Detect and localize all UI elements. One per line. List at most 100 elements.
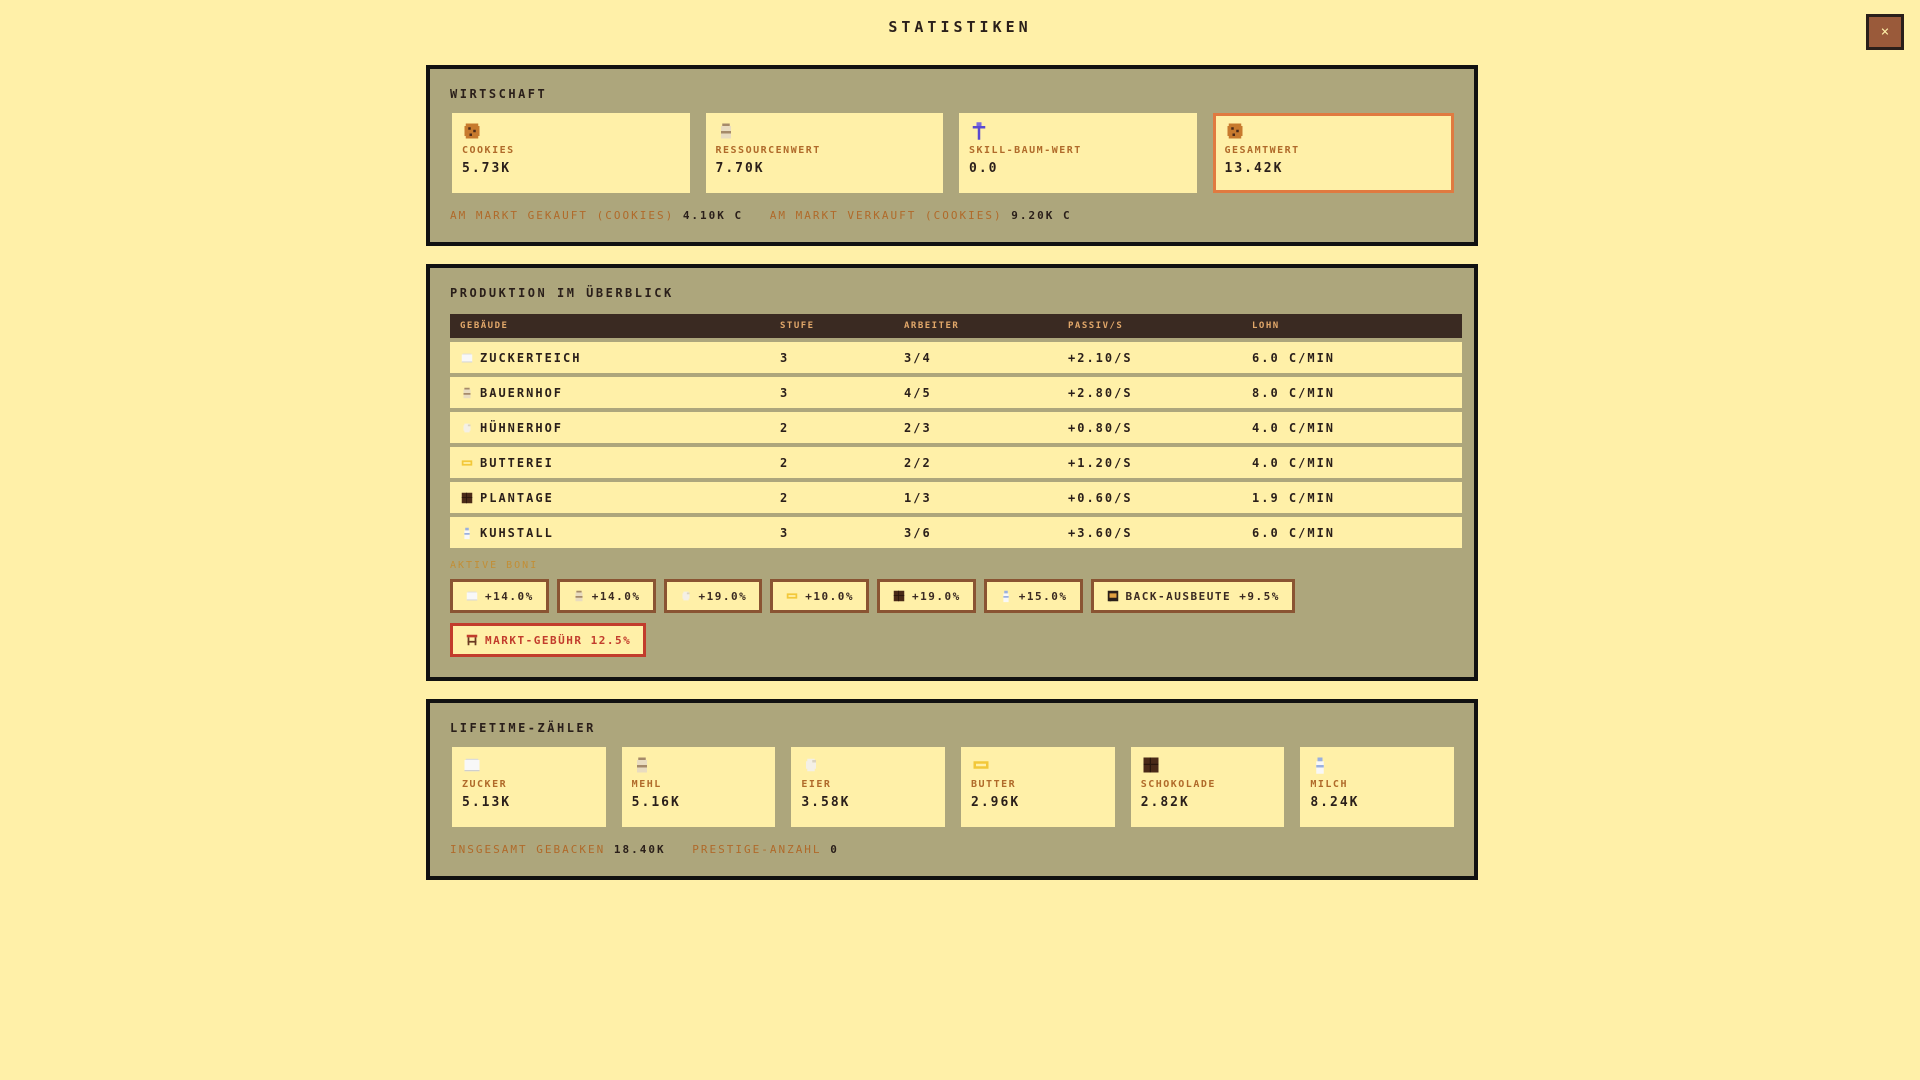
card-label: RESSOURCENWERT bbox=[715, 145, 821, 156]
building-workers: 1/3 bbox=[894, 482, 1058, 513]
building-wage: 4.0 C/MIN bbox=[1242, 412, 1462, 443]
close-button[interactable]: × bbox=[1866, 14, 1904, 50]
egg-icon bbox=[460, 421, 474, 435]
building-name: PLANTAGE bbox=[480, 490, 554, 505]
bonus-text: +14.0% bbox=[591, 589, 641, 603]
production-table: GEBÄUDE STUFE ARBEITER PASSIV/S LOHN ZUC… bbox=[450, 310, 1462, 552]
market-stall-icon bbox=[465, 633, 479, 647]
table-row: PLANTAGE 2 1/3 +0.60/S 1.9 C/MIN bbox=[450, 482, 1462, 513]
card-label: GESAMTWERT bbox=[1224, 145, 1300, 156]
egg-icon bbox=[801, 755, 821, 775]
building-wage: 6.0 C/MIN bbox=[1242, 342, 1462, 373]
building-level: 3 bbox=[770, 342, 894, 373]
economy-cards: COOKIES 5.73K RESSOURCENWERT 7.70K SKILL… bbox=[450, 113, 1454, 193]
cookie-icon bbox=[1225, 121, 1245, 141]
butter-icon bbox=[460, 456, 474, 470]
bonus-text: +19.0% bbox=[698, 589, 748, 603]
building-level: 3 bbox=[770, 517, 894, 548]
col-header-level: STUFE bbox=[770, 314, 894, 338]
sold-value: 9.20K C bbox=[1011, 209, 1072, 222]
building-name: HÜHNERHOF bbox=[480, 420, 564, 435]
building-workers: 2/2 bbox=[894, 447, 1058, 478]
bonus-chip: +14.0% bbox=[556, 579, 656, 613]
economy-card-resources: RESSOURCENWERT 7.70K bbox=[705, 113, 943, 193]
table-row: KUHSTALL 3 3/6 +3.60/S 6.0 C/MIN bbox=[450, 517, 1462, 548]
building-workers: 2/3 bbox=[894, 412, 1058, 443]
flour-sack-icon bbox=[716, 121, 736, 141]
building-wage: 6.0 C/MIN bbox=[1242, 517, 1462, 548]
chocolate-icon bbox=[1141, 755, 1161, 775]
sugar-icon bbox=[465, 589, 479, 603]
chocolate-icon bbox=[892, 589, 906, 603]
card-value: 3.58K bbox=[801, 795, 851, 810]
card-value: 5.13K bbox=[462, 795, 512, 810]
card-label: SCHOKOLADE bbox=[1140, 779, 1216, 790]
bonus-chip: +19.0% bbox=[877, 579, 976, 613]
milk-icon bbox=[999, 589, 1013, 603]
card-label: SKILL-BAUM-WERT bbox=[969, 145, 1082, 156]
card-label: ZUCKER bbox=[462, 779, 508, 790]
bonus-chip: BACK-AUSBEUTE +9.5% bbox=[1090, 579, 1295, 613]
card-value: 2.82K bbox=[1140, 795, 1190, 810]
building-level: 2 bbox=[770, 412, 894, 443]
cookie-icon bbox=[462, 121, 482, 141]
skill-tree-icon bbox=[969, 121, 989, 141]
lifetime-card-sugar: ZUCKER 5.13K bbox=[452, 747, 606, 827]
card-label: MEHL bbox=[631, 779, 662, 790]
col-header-wage: LOHN bbox=[1242, 314, 1462, 338]
card-value: 8.24K bbox=[1310, 795, 1360, 810]
bonus-text: +15.0% bbox=[1018, 589, 1068, 603]
lifetime-card-butter: BUTTER 2.96K bbox=[961, 747, 1115, 827]
building-level: 2 bbox=[770, 482, 894, 513]
bonus-text: +19.0% bbox=[912, 589, 961, 603]
economy-card-skilltree: SKILL-BAUM-WERT 0.0 bbox=[959, 113, 1197, 193]
economy-title: WIRTSCHAFT bbox=[450, 87, 548, 101]
bonus-chip: +15.0% bbox=[983, 579, 1083, 613]
building-workers: 4/5 bbox=[894, 377, 1058, 408]
production-title: PRODUKTION IM ÜBERBLICK bbox=[450, 286, 674, 300]
economy-panel: WIRTSCHAFT COOKIES 5.73K RESSOURCENWERT … bbox=[426, 65, 1478, 246]
market-summary: AM MARKT GEKAUFT (COOKIES) 4.10K C AM MA… bbox=[450, 209, 1454, 222]
building-level: 3 bbox=[770, 377, 894, 408]
lifetime-card-eggs: EIER 3.58K bbox=[791, 747, 946, 827]
lifetime-card-chocolate: SCHOKOLADE 2.82K bbox=[1130, 747, 1285, 827]
card-value: 0.0 bbox=[969, 161, 999, 176]
oven-icon bbox=[1106, 589, 1120, 603]
card-label: MILCH bbox=[1310, 779, 1348, 790]
col-header-workers: ARBEITER bbox=[894, 314, 1058, 338]
milk-icon bbox=[460, 526, 474, 540]
table-row: BAUERNHOF 3 4/5 +2.80/S 8.0 C/MIN bbox=[450, 377, 1462, 408]
bonus-chip: +10.0% bbox=[770, 579, 869, 613]
page-title: STATISTIKEN bbox=[888, 18, 1032, 36]
bonus-text: +10.0% bbox=[805, 589, 854, 603]
card-label: BUTTER bbox=[971, 779, 1017, 790]
table-header-row: GEBÄUDE STUFE ARBEITER PASSIV/S LOHN bbox=[450, 314, 1462, 338]
building-passive: +3.60/S bbox=[1058, 517, 1242, 548]
lifetime-card-flour: MEHL 5.16K bbox=[621, 747, 776, 827]
butter-icon bbox=[971, 755, 991, 775]
lifetime-title: LIFETIME-ZÄHLER bbox=[450, 721, 596, 735]
building-workers: 3/6 bbox=[894, 517, 1058, 548]
building-workers: 3/4 bbox=[894, 342, 1058, 373]
boni-list: +14.0% +14.0% +19.0% +10.0% +19.0% +15.0… bbox=[450, 579, 1462, 657]
bonus-text: BACK-AUSBEUTE +9.5% bbox=[1125, 589, 1280, 603]
flour-sack-icon bbox=[572, 589, 586, 603]
building-passive: +0.60/S bbox=[1058, 482, 1242, 513]
table-row: HÜHNERHOF 2 2/3 +0.80/S 4.0 C/MIN bbox=[450, 412, 1462, 443]
baked-value: 18.40K bbox=[613, 843, 666, 856]
sold-label: AM MARKT VERKAUFT (COOKIES) bbox=[769, 209, 1003, 222]
building-name: BAUERNHOF bbox=[480, 385, 564, 400]
col-header-passive: PASSIV/S bbox=[1058, 314, 1242, 338]
flour-sack-icon bbox=[632, 755, 652, 775]
building-wage: 1.9 C/MIN bbox=[1242, 482, 1462, 513]
milk-icon bbox=[1310, 755, 1330, 775]
prestige-label: PRESTIGE-ANZAHL bbox=[692, 843, 822, 856]
bonus-chip: +19.0% bbox=[663, 579, 763, 613]
card-label: COOKIES bbox=[462, 145, 515, 156]
sugar-icon bbox=[462, 755, 482, 775]
lifetime-card-milk: MILCH 8.24K bbox=[1300, 747, 1455, 827]
lifetime-summary: INSGESAMT GEBACKEN 18.40K PRESTIGE-ANZAH… bbox=[450, 843, 1454, 856]
bonus-text: +14.0% bbox=[485, 589, 534, 603]
active-boni-label: AKTIVE BONI bbox=[450, 560, 539, 571]
bought-value: 4.10K C bbox=[682, 209, 744, 222]
